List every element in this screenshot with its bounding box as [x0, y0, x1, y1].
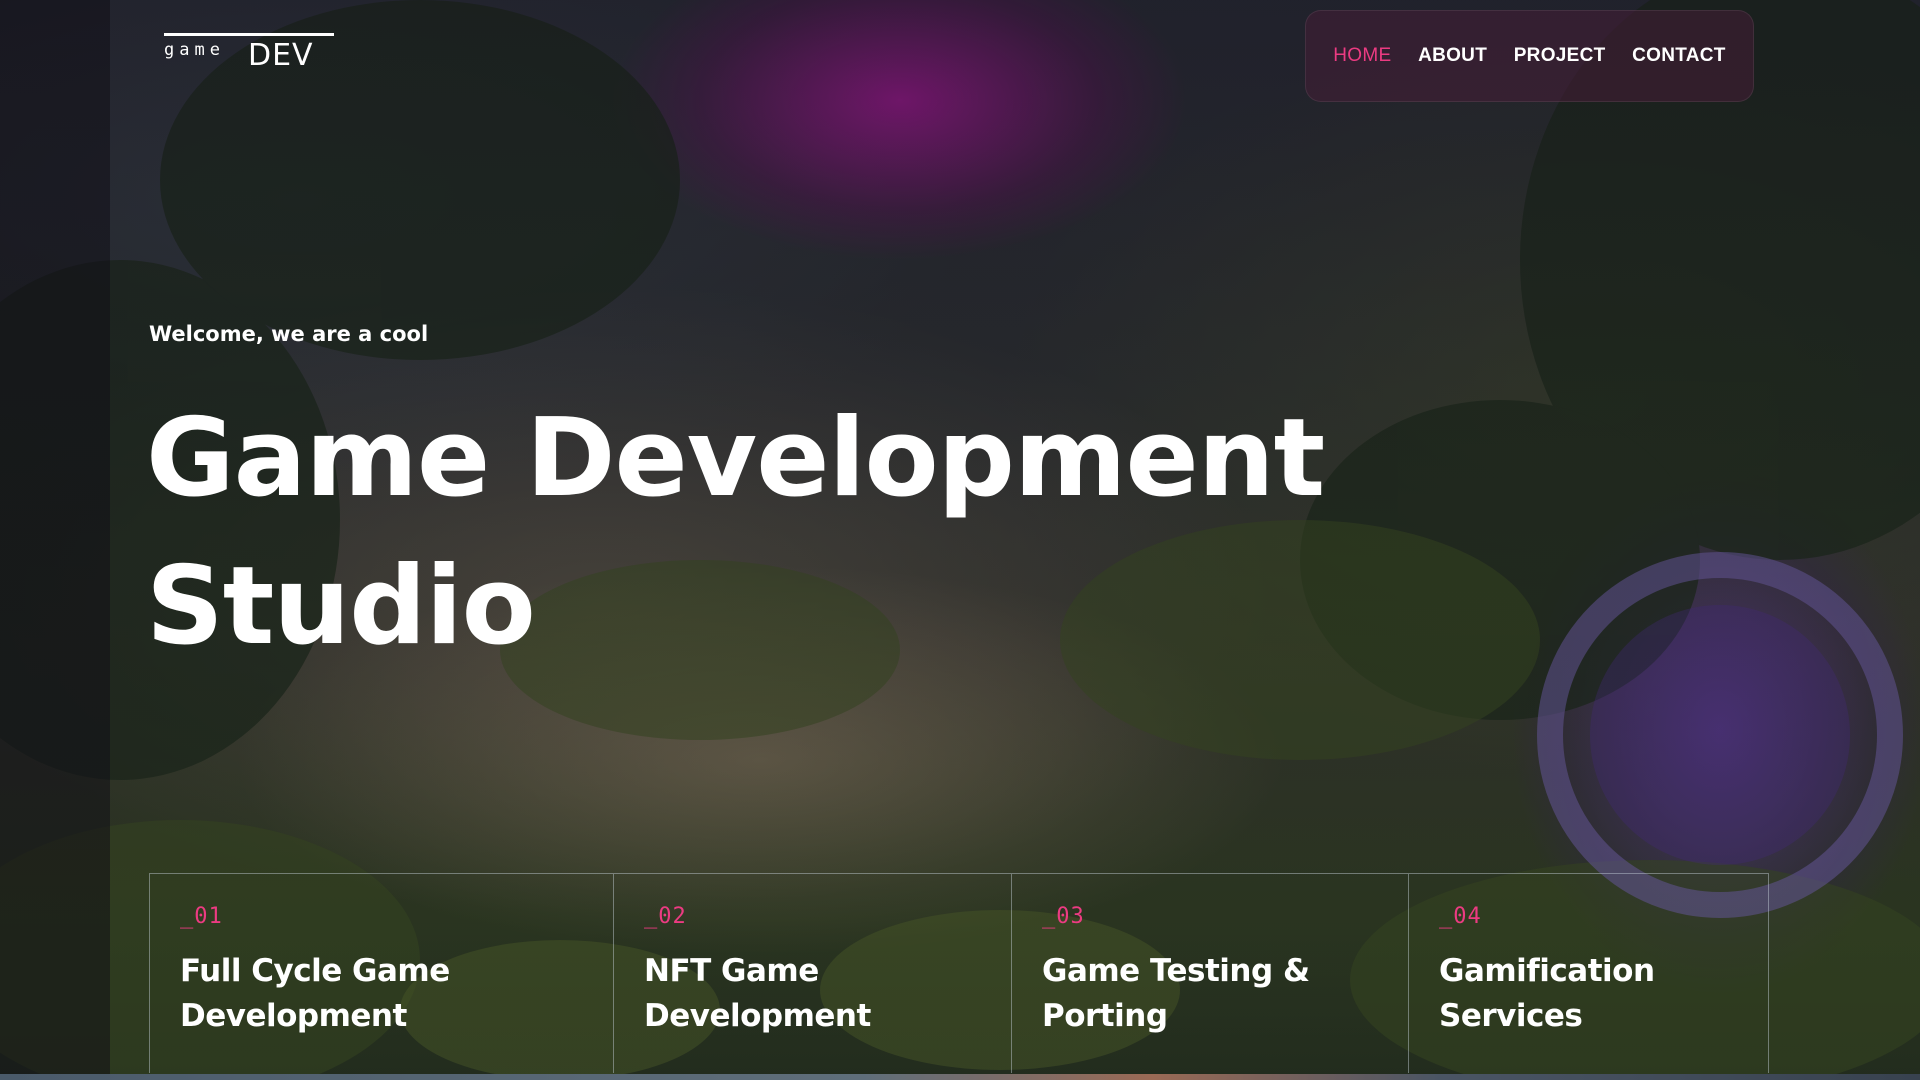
service-card[interactable]: _03 Game Testing & Porting: [1012, 874, 1409, 1073]
logo-small-text: game: [164, 40, 225, 60]
service-card[interactable]: _02 NFT Game Development: [614, 874, 1012, 1073]
service-title: Game Testing & Porting: [1042, 949, 1408, 1039]
service-title-line2: Services: [1439, 998, 1583, 1034]
logo-overline: [164, 33, 334, 36]
logo-large-text: DEV: [248, 38, 314, 73]
service-title: Gamification Services: [1439, 949, 1768, 1039]
service-title-line1: Full Cycle Game: [180, 953, 450, 989]
hero-title-line1: Game Development: [146, 396, 1325, 521]
service-title-line1: Gamification: [1439, 953, 1655, 989]
services-grid: _01 Full Cycle Game Development _02 NFT …: [149, 873, 1769, 1073]
nav-home[interactable]: HOME: [1333, 45, 1391, 67]
service-title-line2: Development: [180, 998, 407, 1034]
service-number: _01: [180, 904, 223, 929]
service-title: NFT Game Development: [644, 949, 1011, 1039]
service-title-line1: Game Testing &: [1042, 953, 1310, 989]
service-title-line1: NFT Game: [644, 953, 819, 989]
nav-project[interactable]: PROJECT: [1514, 45, 1606, 67]
logo[interactable]: game DEV: [164, 33, 334, 73]
service-card[interactable]: _04 Gamification Services: [1409, 874, 1768, 1073]
service-card[interactable]: _01 Full Cycle Game Development: [150, 874, 614, 1073]
welcome-text: Welcome, we are a cool: [149, 322, 429, 346]
service-number: _02: [644, 904, 687, 929]
next-section-edge: [0, 1074, 1920, 1080]
hero-title-line2: Studio: [146, 544, 536, 669]
service-number: _04: [1439, 904, 1482, 929]
nav-about[interactable]: ABOUT: [1418, 45, 1487, 67]
main-nav: HOME ABOUT PROJECT CONTACT: [1305, 10, 1754, 102]
hero-title: Game Development Studio: [146, 385, 1446, 681]
service-title-line2: Development: [644, 998, 871, 1034]
service-number: _03: [1042, 904, 1085, 929]
service-title: Full Cycle Game Development: [180, 949, 613, 1039]
hero-section: game DEV HOME ABOUT PROJECT CONTACT Welc…: [0, 0, 1920, 1080]
nav-contact[interactable]: CONTACT: [1632, 45, 1726, 67]
service-title-line2: Porting: [1042, 998, 1168, 1034]
